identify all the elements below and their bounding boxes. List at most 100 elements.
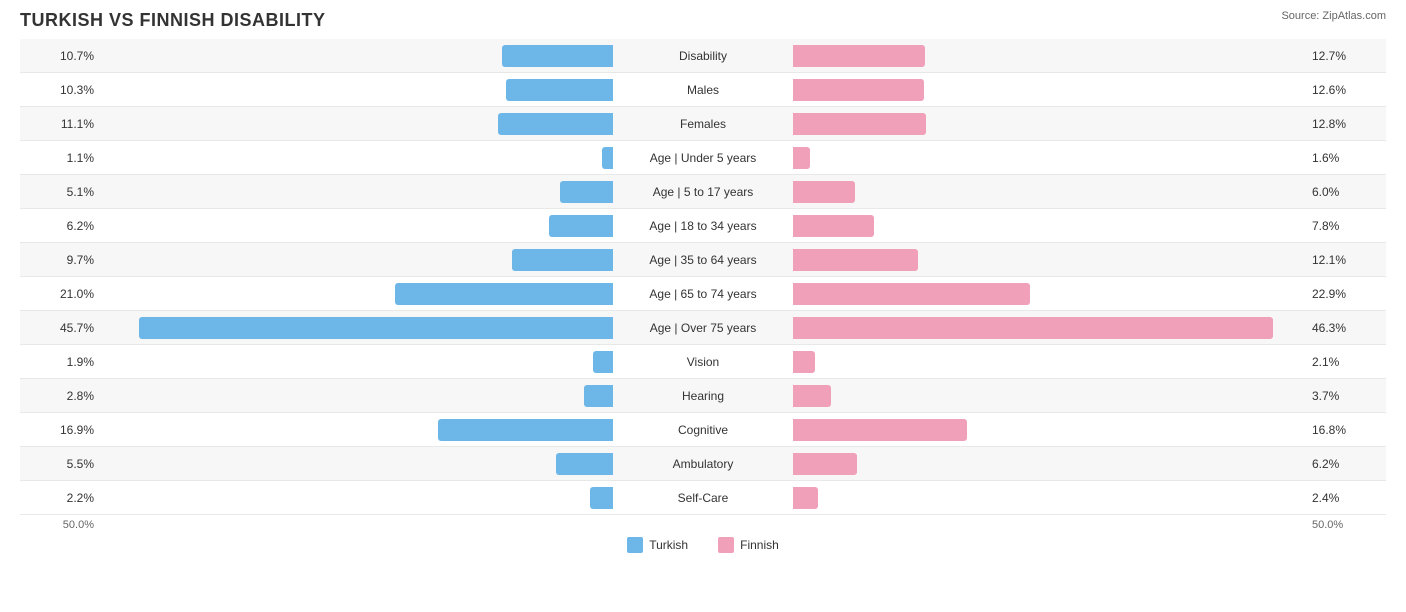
- val-left: 10.3%: [20, 83, 100, 97]
- val-right: 46.3%: [1306, 321, 1386, 335]
- val-left: 2.2%: [20, 491, 100, 505]
- legend-turkish-box: [627, 537, 643, 553]
- table-row: 11.1% Females 12.8%: [20, 107, 1386, 141]
- table-row: 5.5% Ambulatory 6.2%: [20, 447, 1386, 481]
- row-label: Hearing: [613, 389, 793, 403]
- val-left: 21.0%: [20, 287, 100, 301]
- bar-right-wrap: [793, 79, 1306, 101]
- bar-left: [498, 113, 613, 135]
- row-label: Age | 35 to 64 years: [613, 253, 793, 267]
- val-right: 12.7%: [1306, 49, 1386, 63]
- legend-turkish-label: Turkish: [649, 538, 688, 552]
- val-right: 2.1%: [1306, 355, 1386, 369]
- table-row: 10.7% Disability 12.7%: [20, 39, 1386, 73]
- bar-right: [793, 181, 855, 203]
- val-right: 22.9%: [1306, 287, 1386, 301]
- bar-right-wrap: [793, 181, 1306, 203]
- legend-finnish-box: [718, 537, 734, 553]
- row-inner: 1.1% Age | Under 5 years 1.6%: [20, 141, 1386, 174]
- row-inner: 5.1% Age | 5 to 17 years 6.0%: [20, 175, 1386, 208]
- table-row: 1.9% Vision 2.1%: [20, 345, 1386, 379]
- table-row: 45.7% Age | Over 75 years 46.3%: [20, 311, 1386, 345]
- row-label: Age | Under 5 years: [613, 151, 793, 165]
- bar-left-wrap: [100, 45, 613, 67]
- bar-right: [793, 453, 857, 475]
- table-row: 2.8% Hearing 3.7%: [20, 379, 1386, 413]
- val-right: 3.7%: [1306, 389, 1386, 403]
- axis-left: 50.0%: [20, 519, 100, 531]
- row-inner: 11.1% Females 12.8%: [20, 107, 1386, 140]
- bar-right: [793, 113, 926, 135]
- val-right: 6.0%: [1306, 185, 1386, 199]
- val-left: 9.7%: [20, 253, 100, 267]
- row-label: Age | Over 75 years: [613, 321, 793, 335]
- bar-left-wrap: [100, 249, 613, 271]
- bar-right-wrap: [793, 385, 1306, 407]
- legend: Turkish Finnish: [20, 537, 1386, 553]
- bar-right: [793, 419, 967, 441]
- bar-right: [793, 317, 1273, 339]
- val-left: 1.9%: [20, 355, 100, 369]
- bar-left-wrap: [100, 351, 613, 373]
- chart-source: Source: ZipAtlas.com: [1281, 10, 1386, 22]
- bar-left-wrap: [100, 487, 613, 509]
- row-label: Cognitive: [613, 423, 793, 437]
- bar-right: [793, 79, 924, 101]
- row-inner: 10.3% Males 12.6%: [20, 73, 1386, 106]
- row-inner: 9.7% Age | 35 to 64 years 12.1%: [20, 243, 1386, 276]
- chart-body: 10.7% Disability 12.7% 10.3% Males: [20, 39, 1386, 515]
- bar-left: [512, 249, 613, 271]
- bar-left-wrap: [100, 113, 613, 135]
- bar-left-wrap: [100, 215, 613, 237]
- bar-right-wrap: [793, 487, 1306, 509]
- row-inner: 45.7% Age | Over 75 years 46.3%: [20, 311, 1386, 344]
- bar-left: [395, 283, 613, 305]
- bar-left-wrap: [100, 283, 613, 305]
- bar-left-wrap: [100, 317, 613, 339]
- chart-container: TURKISH VS FINNISH DISABILITY Source: Zi…: [20, 10, 1386, 553]
- bar-right-wrap: [793, 249, 1306, 271]
- val-right: 7.8%: [1306, 219, 1386, 233]
- bar-right: [793, 283, 1030, 305]
- table-row: 1.1% Age | Under 5 years 1.6%: [20, 141, 1386, 175]
- row-inner: 10.7% Disability 12.7%: [20, 39, 1386, 72]
- bar-left: [556, 453, 613, 475]
- bar-right-wrap: [793, 147, 1306, 169]
- bar-right: [793, 487, 818, 509]
- bar-left: [139, 317, 613, 339]
- val-left: 2.8%: [20, 389, 100, 403]
- val-left: 5.5%: [20, 457, 100, 471]
- row-label: Self-Care: [613, 491, 793, 505]
- bar-left: [584, 385, 613, 407]
- table-row: 5.1% Age | 5 to 17 years 6.0%: [20, 175, 1386, 209]
- val-left: 16.9%: [20, 423, 100, 437]
- row-inner: 1.9% Vision 2.1%: [20, 345, 1386, 378]
- bar-right-wrap: [793, 419, 1306, 441]
- legend-finnish-label: Finnish: [740, 538, 779, 552]
- bar-right-wrap: [793, 453, 1306, 475]
- table-row: 16.9% Cognitive 16.8%: [20, 413, 1386, 447]
- bar-right: [793, 351, 815, 373]
- row-label: Ambulatory: [613, 457, 793, 471]
- bar-left: [438, 419, 613, 441]
- table-row: 6.2% Age | 18 to 34 years 7.8%: [20, 209, 1386, 243]
- bar-left: [506, 79, 613, 101]
- bar-right: [793, 249, 918, 271]
- legend-finnish: Finnish: [718, 537, 779, 553]
- val-left: 11.1%: [20, 117, 100, 131]
- row-label: Age | 65 to 74 years: [613, 287, 793, 301]
- row-inner: 2.8% Hearing 3.7%: [20, 379, 1386, 412]
- axis-row: 50.0% 50.0%: [20, 519, 1386, 531]
- bar-right: [793, 385, 831, 407]
- row-label: Vision: [613, 355, 793, 369]
- val-left: 5.1%: [20, 185, 100, 199]
- bar-left: [602, 147, 613, 169]
- bar-left: [593, 351, 613, 373]
- legend-turkish: Turkish: [627, 537, 688, 553]
- bar-left-wrap: [100, 147, 613, 169]
- val-right: 12.1%: [1306, 253, 1386, 267]
- bar-left-wrap: [100, 79, 613, 101]
- val-right: 1.6%: [1306, 151, 1386, 165]
- val-right: 12.6%: [1306, 83, 1386, 97]
- table-row: 2.2% Self-Care 2.4%: [20, 481, 1386, 515]
